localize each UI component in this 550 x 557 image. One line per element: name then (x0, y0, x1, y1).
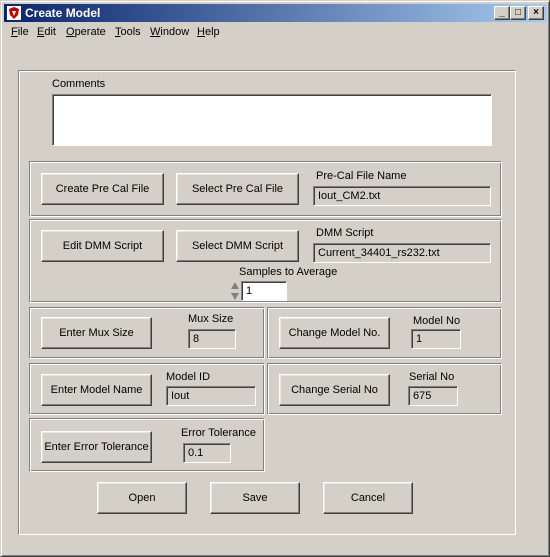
enter-model-name-button[interactable]: Enter Model Name (41, 374, 152, 406)
menu-tools[interactable]: Tools (115, 26, 141, 38)
error-tolerance-field[interactable]: 0.1 (183, 443, 231, 463)
labview-icon (7, 6, 21, 20)
menu-edit[interactable]: Edit (37, 26, 56, 38)
serial-no-field[interactable]: 675 (408, 386, 458, 406)
maximize-button[interactable]: □ (510, 6, 526, 20)
dmm-script-field[interactable]: Current_34401_rs232.txt (313, 243, 491, 263)
change-serial-no-button[interactable]: Change Serial No (279, 374, 390, 406)
minimize-button[interactable]: _ (494, 6, 510, 20)
samples-to-average-label: Samples to Average (239, 266, 338, 278)
error-tolerance-label: Error Tolerance (181, 427, 256, 439)
menu-window[interactable]: Window (150, 26, 189, 38)
model-no-label: Model No (413, 315, 461, 327)
menu-bar: File Edit Operate Tools Window Help (4, 23, 547, 42)
mux-size-label: Mux Size (188, 313, 234, 325)
menu-operate[interactable]: Operate (66, 26, 106, 38)
change-model-no-button[interactable]: Change Model No. (279, 317, 390, 349)
model-id-label: Model ID (166, 371, 211, 383)
create-model-window: Create Model _ □ × File Edit Operate Too… (0, 0, 550, 557)
select-pre-cal-file-button[interactable]: Select Pre Cal File (176, 173, 299, 205)
close-button[interactable]: × (528, 6, 544, 20)
enter-mux-size-button[interactable]: Enter Mux Size (41, 317, 152, 349)
model-id-field[interactable]: Iout (166, 386, 256, 406)
comments-textarea[interactable] (52, 94, 492, 146)
open-button[interactable]: Open (97, 482, 187, 514)
model-no-field[interactable]: 1 (411, 329, 461, 349)
create-pre-cal-file-button[interactable]: Create Pre Cal File (41, 173, 164, 205)
pre-cal-file-name-field[interactable]: Iout_CM2.txt (313, 186, 491, 206)
menu-help[interactable]: Help (197, 26, 220, 38)
dmm-script-label: DMM Script (316, 227, 374, 239)
mux-size-field[interactable]: 8 (188, 329, 236, 349)
pre-cal-file-name-label: Pre-Cal File Name (316, 170, 407, 182)
serial-no-label: Serial No (409, 371, 455, 383)
samples-to-average-field[interactable]: 1 (241, 281, 287, 301)
select-dmm-script-button[interactable]: Select DMM Script (176, 230, 299, 262)
enter-error-tolerance-button[interactable]: Enter Error Tolerance (41, 431, 152, 463)
samples-spinner-icon[interactable] (230, 281, 240, 301)
save-button[interactable]: Save (210, 482, 300, 514)
edit-dmm-script-button[interactable]: Edit DMM Script (41, 230, 164, 262)
window-title: Create Model (25, 6, 101, 20)
comments-label: Comments (52, 78, 106, 90)
title-bar[interactable]: Create Model _ □ × (4, 4, 547, 22)
cancel-button[interactable]: Cancel (323, 482, 413, 514)
menu-file[interactable]: File (11, 26, 29, 38)
